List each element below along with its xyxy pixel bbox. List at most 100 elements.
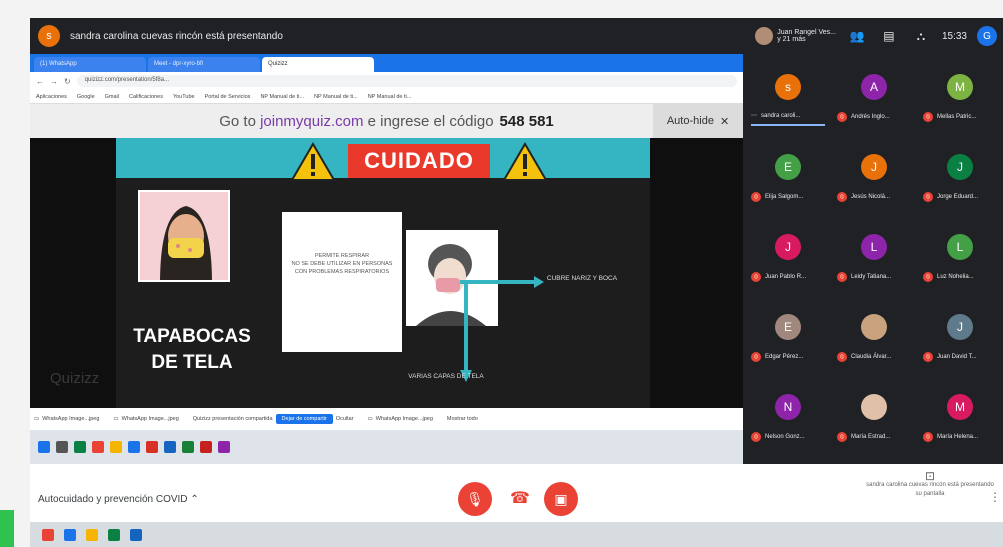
participant-tile[interactable]: N ⦸ Nelson Gonz...: [745, 380, 831, 458]
app-icon[interactable]: [64, 528, 76, 541]
presentation-status[interactable]: ⊡ sandra carolina cuevas rincón está pre…: [865, 469, 995, 499]
folder-icon[interactable]: [86, 528, 98, 541]
phone-hangup-icon: ☎: [510, 490, 530, 507]
chrome-icon[interactable]: [42, 528, 54, 541]
slide-heading-line: DE TELA: [151, 352, 233, 373]
bookmark[interactable]: Gmail: [105, 94, 119, 100]
powerpoint-icon[interactable]: [200, 441, 212, 453]
presenter-bar: s sandra carolina cuevas rincón está pre…: [30, 18, 1003, 54]
participant-tile[interactable]: E ⦸ Elija Salgom...: [745, 140, 831, 218]
close-icon[interactable]: ✕: [720, 115, 729, 128]
participant-summary[interactable]: Juan Rangel Ves... y 21 más: [755, 27, 836, 45]
participant-name: Elija Salgom...: [765, 194, 804, 200]
label-nose-mouth: CUBRE NARIZ Y BOCA: [546, 275, 618, 282]
info-card: PERMITE RESPIRAR NO SE DEBE UTILIZAR EN …: [282, 212, 402, 352]
chat-icon[interactable]: ▤: [878, 29, 900, 43]
app-icon[interactable]: [108, 528, 120, 541]
participant-tile[interactable]: M ⦸ Mellas Patric...: [917, 60, 1003, 138]
back-icon[interactable]: ←: [36, 77, 44, 86]
participant-avatar: J: [947, 154, 973, 180]
bookmark[interactable]: Calificaciones: [129, 94, 163, 100]
chrome-icon[interactable]: [92, 441, 104, 453]
slide: CUIDADO TAPABOCAS DE TELA PERMITE RESPIR…: [116, 138, 650, 408]
bookmark[interactable]: Google: [77, 94, 95, 100]
reload-icon[interactable]: ↻: [64, 77, 71, 86]
search-icon[interactable]: [56, 441, 68, 453]
participant-name-row: ⦸ Jorge Eduard...: [923, 192, 978, 202]
more-options-icon[interactable]: ⋮: [989, 490, 1001, 504]
join-code-bar: Go to joinmyquiz.com e ingrese el código…: [30, 104, 743, 138]
browser-tab[interactable]: Meet - dpr-xyro-bfi: [148, 57, 260, 72]
participant-name-row: ⦸ Jesús Nicolá...: [837, 192, 890, 202]
speaking-icon: ⋯: [751, 113, 757, 119]
participant-tile[interactable]: L ⦸ Luz Nohelia...: [917, 220, 1003, 298]
chevron-up-icon[interactable]: ⌃: [190, 494, 198, 505]
url-field[interactable]: quizizz.com/presentation/5f8a...: [76, 75, 737, 87]
participant-tile[interactable]: J ⦸ Juan Pablo R...: [745, 220, 831, 298]
hang-up-button[interactable]: ☎: [510, 488, 530, 508]
bookmark[interactable]: NP Manual de ti...: [260, 94, 304, 100]
participants-grid: s ⋯ sandra caroli... A ⦸ Andrés Inglo... M ⦸ Mel…: [743, 54, 1003, 464]
bookmark[interactable]: NP Manual de ti...: [368, 94, 412, 100]
participant-tile[interactable]: J ⦸ Jorge Eduard...: [917, 140, 1003, 218]
participant-tile[interactable]: J ⦸ Juan David T...: [917, 300, 1003, 378]
app-icon[interactable]: [146, 441, 158, 453]
participant-tile[interactable]: ⦸ María Estrad...: [831, 380, 917, 458]
user-photo: [755, 27, 774, 45]
download-item[interactable]: ▭ WhatsApp Image...jpeg: [34, 416, 99, 422]
start-icon[interactable]: [38, 441, 50, 453]
people-icon[interactable]: 👥: [846, 29, 868, 43]
participant-tile[interactable]: M ⦸ María Helena...: [917, 380, 1003, 458]
bookmark[interactable]: Portal de Servicios: [205, 94, 251, 100]
app-icon[interactable]: [74, 441, 86, 453]
participant-name: Leidy Tatiana...: [851, 274, 892, 280]
participant-avatar: [861, 314, 887, 340]
mic-muted-icon: ⦸: [923, 192, 933, 202]
active-speaker-indicator: [751, 124, 825, 126]
browser-tab[interactable]: (1) WhatsApp: [34, 57, 146, 72]
go-to-text: Go to: [219, 112, 256, 130]
browser-tabs: (1) WhatsApp Meet - dpr-xyro-bfi Quizizz: [30, 54, 743, 72]
mic-muted-icon: ⦸: [837, 432, 847, 442]
show-all-label: Mostrar todo: [446, 416, 478, 422]
download-item[interactable]: Quizizz presentación compartida Dejar de …: [193, 414, 354, 424]
folder-icon[interactable]: [110, 441, 122, 453]
participant-name: Nelson Gonz...: [765, 434, 805, 440]
activities-icon[interactable]: ⛬: [910, 29, 932, 44]
participant-more: y 21 más: [777, 36, 806, 43]
app-icon[interactable]: [218, 441, 230, 453]
participant-tile[interactable]: J ⦸ Jesús Nicolá...: [831, 140, 917, 218]
app-icon[interactable]: [128, 441, 140, 453]
show-all-link[interactable]: Mostrar todo: [447, 416, 478, 422]
download-item[interactable]: ▭ WhatsApp Image...jpeg: [368, 416, 433, 422]
present-icon: ⊡: [924, 469, 936, 483]
autohide-button[interactable]: Auto-hide ✕: [653, 104, 743, 138]
camera-off-button[interactable]: ▣: [544, 482, 578, 516]
participant-name: Jorge Eduard...: [937, 194, 979, 200]
word-icon[interactable]: [164, 441, 176, 453]
masked-face-image: [138, 190, 230, 282]
download-item[interactable]: ▭ WhatsApp Image...jpeg: [113, 416, 178, 422]
participant-name-row: ⦸ Luz Nohelia...: [923, 272, 974, 282]
participant-name-row: ⦸ Edgar Pérez...: [751, 352, 803, 362]
desktop-edge: [0, 510, 14, 547]
participant-tile[interactable]: E ⦸ Edgar Pérez...: [745, 300, 831, 378]
forward-icon[interactable]: →: [50, 77, 58, 86]
participant-avatar: L: [861, 234, 887, 260]
stop-sharing-button[interactable]: Dejar de compartir: [275, 414, 333, 424]
bookmark[interactable]: NP Manual de ti...: [314, 94, 358, 100]
participant-tile[interactable]: ⦸ Claudia Álvar...: [831, 300, 917, 378]
bookmark[interactable]: Aplicaciones: [36, 94, 67, 100]
mic-off-button[interactable]: 🎙: [458, 482, 492, 516]
participant-tile[interactable]: L ⦸ Leidy Tatiana...: [831, 220, 917, 298]
word-icon[interactable]: [130, 528, 142, 541]
hide-button[interactable]: Ocultar: [336, 416, 354, 422]
bookmark[interactable]: YouTube: [173, 94, 195, 100]
account-avatar[interactable]: G: [977, 26, 997, 46]
participant-tile[interactable]: s ⋯ sandra caroli...: [745, 60, 831, 138]
browser-tab-active[interactable]: Quizizz: [262, 57, 374, 72]
meeting-details[interactable]: Autocuidado y prevención COVID ⌃: [38, 494, 199, 505]
participant-tile[interactable]: A ⦸ Andrés Inglo...: [831, 60, 917, 138]
excel-icon[interactable]: [182, 441, 194, 453]
quizizz-watermark: Quizizz: [50, 370, 100, 387]
